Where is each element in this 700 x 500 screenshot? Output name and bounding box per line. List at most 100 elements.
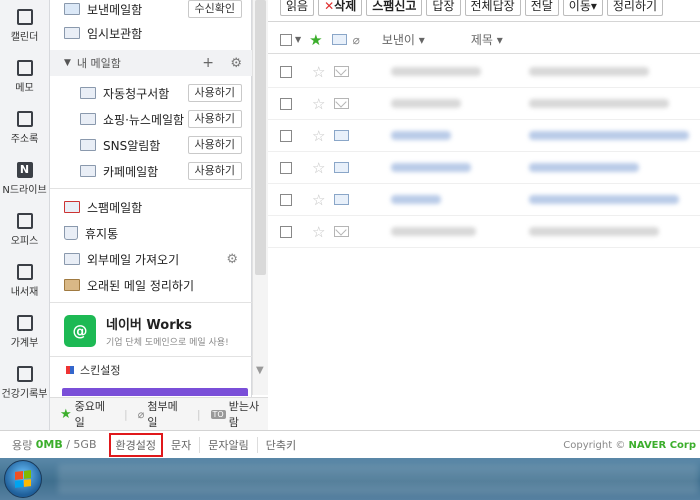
- rail-item-contacts[interactable]: 주소록: [0, 102, 49, 153]
- sender-redacted[interactable]: [391, 131, 452, 140]
- subject-redacted[interactable]: [529, 99, 670, 108]
- sender-redacted[interactable]: [391, 195, 442, 204]
- filter-to-me[interactable]: TO 받는사람: [210, 398, 268, 430]
- windows-logo-icon: [15, 470, 31, 488]
- my-mailbox-section[interactable]: ▼ 내 메일함 + ⚙: [50, 50, 252, 76]
- naver-works-banner[interactable]: @ 네이버 Works 기업 단체 도메인으로 메일 사용!: [50, 306, 252, 356]
- envelope-icon[interactable]: [331, 34, 347, 45]
- subject-redacted[interactable]: [529, 195, 680, 204]
- mail-row[interactable]: ☆: [268, 88, 700, 120]
- cleanup-old-mail[interactable]: 오래된 메일 정리하기: [50, 272, 252, 298]
- mail-row[interactable]: ☆: [268, 56, 700, 88]
- star-icon[interactable]: ☆: [312, 95, 325, 113]
- folder-label: 자동청구서함: [103, 86, 170, 101]
- rail-item-calendar[interactable]: 캘린더: [0, 0, 49, 51]
- organize-button[interactable]: 정리하기: [606, 0, 664, 16]
- rail-item-memo[interactable]: 메모: [0, 51, 49, 102]
- skin-settings[interactable]: 스킨설정: [50, 360, 252, 380]
- subject-redacted[interactable]: [529, 163, 640, 172]
- mailbox-panel: 보낸메일함 수신확인 임시보관함 ▼ 내 메일함 + ⚙ 자동청구서함 사용하기…: [50, 0, 252, 430]
- sender-redacted[interactable]: [391, 227, 477, 236]
- folder-bills[interactable]: 자동청구서함 사용하기: [50, 80, 252, 106]
- gear-icon[interactable]: ⚙: [226, 252, 238, 267]
- folder-shopping[interactable]: 쇼핑·뉴스메일함 사용하기: [50, 106, 252, 132]
- row-checkbox[interactable]: [280, 129, 292, 142]
- scrollbar-thumb[interactable]: [255, 0, 266, 275]
- enable-button[interactable]: 사용하기: [187, 110, 242, 128]
- column-subject[interactable]: 제목 ▾: [471, 31, 503, 48]
- settings-link[interactable]: 환경설정: [108, 432, 163, 457]
- calendar-icon: [16, 8, 33, 25]
- reply-all-button[interactable]: 전체답장: [464, 0, 521, 16]
- start-button[interactable]: [4, 460, 42, 498]
- subject-redacted[interactable]: [529, 67, 650, 76]
- star-icon[interactable]: ☆: [312, 63, 325, 81]
- folder-spam[interactable]: 스팸메일함: [50, 194, 252, 220]
- folder-sns[interactable]: SNS알림함 사용하기: [50, 132, 252, 158]
- rail-item-library[interactable]: 내서재: [0, 255, 49, 306]
- star-icon[interactable]: ☆: [312, 223, 325, 241]
- mark-read-button[interactable]: 읽음: [280, 0, 315, 16]
- envelope-icon[interactable]: [334, 98, 350, 109]
- delete-button[interactable]: ✕삭제: [318, 0, 363, 16]
- forward-button[interactable]: 전달: [524, 0, 559, 16]
- mail-row[interactable]: ☆: [268, 120, 700, 152]
- import-mail[interactable]: 외부메일 가져오기 ⚙: [50, 246, 252, 272]
- sender-redacted[interactable]: [391, 99, 462, 108]
- enable-button[interactable]: 사용하기: [187, 162, 242, 180]
- row-checkbox[interactable]: [280, 65, 292, 78]
- panel-scrollbar[interactable]: ▼: [252, 0, 268, 395]
- move-button[interactable]: 이동▾: [562, 0, 603, 16]
- envelope-icon[interactable]: [334, 66, 350, 77]
- rail-item-ledger[interactable]: 가계부: [0, 306, 49, 357]
- shortcuts-link[interactable]: 단축키: [256, 436, 304, 453]
- column-sender[interactable]: 보낸이 ▾: [382, 31, 425, 48]
- star-icon[interactable]: ☆: [312, 127, 325, 145]
- star-icon[interactable]: ☆: [312, 159, 325, 177]
- filter-attachment[interactable]: ⌀ 첨부메일: [138, 398, 187, 430]
- enable-button[interactable]: 사용하기: [187, 84, 242, 102]
- envelope-icon[interactable]: [334, 226, 350, 237]
- sender-redacted[interactable]: [391, 163, 472, 172]
- folder-drafts[interactable]: 임시보관함: [50, 20, 252, 46]
- mail-row[interactable]: ☆: [268, 216, 700, 248]
- taskbar-apps[interactable]: [58, 464, 698, 494]
- row-checkbox[interactable]: [280, 97, 292, 110]
- sms-alert-link[interactable]: 문자알림: [199, 436, 256, 453]
- rail-item-ndrive[interactable]: N N드라이브: [0, 153, 49, 204]
- reply-button[interactable]: 답장: [426, 0, 461, 16]
- sms-link[interactable]: 문자: [163, 437, 199, 453]
- collapse-icon[interactable]: ▼: [64, 58, 71, 68]
- delete-label: 삭제: [334, 0, 357, 13]
- subject-redacted[interactable]: [529, 131, 690, 140]
- rail-item-office[interactable]: 오피스: [0, 204, 49, 255]
- row-checkbox[interactable]: [280, 161, 292, 174]
- row-checkbox[interactable]: [280, 193, 292, 206]
- scroll-down-icon[interactable]: ▼: [256, 365, 264, 376]
- quota-used: 0MB: [35, 438, 63, 451]
- mail-row[interactable]: ☆: [268, 184, 700, 216]
- subject-redacted[interactable]: [529, 227, 660, 236]
- folder-cafe[interactable]: 카페메일함 사용하기: [50, 158, 252, 184]
- filter-important[interactable]: ★ 중요메일: [60, 398, 114, 430]
- envelope-icon[interactable]: [334, 130, 350, 141]
- gear-icon[interactable]: ⚙: [230, 56, 242, 71]
- row-checkbox[interactable]: [280, 225, 292, 238]
- add-folder-button[interactable]: +: [202, 55, 214, 71]
- paperclip-icon[interactable]: ⌀: [353, 33, 360, 47]
- envelope-icon[interactable]: [334, 162, 350, 173]
- folder-sent[interactable]: 보낸메일함 수신확인: [50, 0, 252, 22]
- envelope-icon[interactable]: [334, 194, 350, 205]
- select-all-checkbox[interactable]: [280, 33, 292, 46]
- read-receipt-button[interactable]: 수신확인: [187, 0, 242, 18]
- report-spam-button[interactable]: 스팸신고: [366, 0, 423, 16]
- mail-row[interactable]: ☆: [268, 152, 700, 184]
- skin-preview[interactable]: [62, 388, 248, 396]
- sender-redacted[interactable]: [391, 67, 482, 76]
- rail-item-health[interactable]: 건강기록부: [0, 357, 49, 408]
- folder-trash[interactable]: 휴지통: [50, 220, 252, 246]
- select-dropdown-icon[interactable]: ▼: [295, 35, 301, 44]
- enable-button[interactable]: 사용하기: [187, 136, 242, 154]
- star-icon[interactable]: ☆: [312, 191, 325, 209]
- star-icon[interactable]: ★: [309, 31, 322, 49]
